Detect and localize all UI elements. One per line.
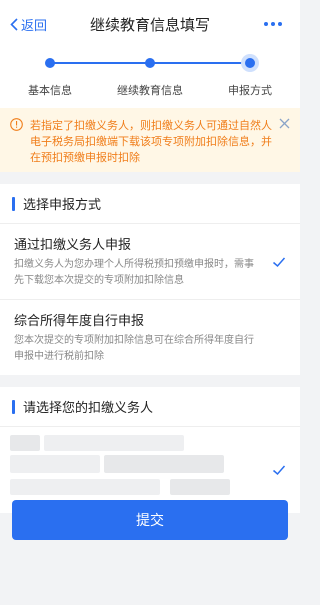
step-dot-2 bbox=[145, 58, 155, 68]
section-title: 请选择您的扣缴义务人 bbox=[23, 401, 154, 416]
option-desc: 您本次提交的专项附加扣除信息可在综合所得年度自行申报中进行税前扣除 bbox=[14, 335, 254, 362]
notice-text: 若指定了扣缴义务人，则扣缴义务人可通过自然人电子税务局扣缴端下载该项专项附加扣除… bbox=[30, 119, 272, 164]
option-title: 通过扣缴义务人申报 bbox=[14, 238, 132, 253]
option-self-declare[interactable]: 综合所得年度自行申报 您本次提交的专项附加扣除信息可在综合所得年度自行申报中进行… bbox=[0, 300, 300, 375]
warning-icon bbox=[10, 118, 23, 131]
option-title: 综合所得年度自行申报 bbox=[14, 314, 145, 329]
notice-banner: 若指定了扣缴义务人，则扣缴义务人可通过自然人电子税务局扣缴端下载该项专项附加扣除… bbox=[0, 108, 300, 172]
option-desc: 扣缴义务人为您办理个人所得税预扣预缴申报时，需事先下载您本次提交的专项附加扣除信… bbox=[14, 259, 254, 286]
check-icon bbox=[273, 465, 286, 476]
step-label-2: 继续教育信息 bbox=[117, 84, 183, 97]
chevron-left-icon bbox=[10, 17, 18, 31]
close-icon[interactable] bbox=[279, 118, 290, 129]
redacted-block bbox=[10, 455, 100, 473]
section-accent-bar bbox=[12, 399, 15, 414]
redacted-block bbox=[10, 479, 160, 495]
page-title: 继续教育信息填写 bbox=[89, 15, 210, 34]
step-dot-3 bbox=[241, 54, 259, 72]
section-title: 选择申报方式 bbox=[23, 198, 102, 213]
section-header: 选择申报方式 bbox=[0, 184, 300, 224]
step-label-1: 基本信息 bbox=[28, 84, 72, 97]
more-menu-icon[interactable] bbox=[264, 0, 282, 48]
section-accent-bar bbox=[12, 196, 15, 211]
redacted-block bbox=[44, 435, 184, 451]
declare-method-card: 选择申报方式 通过扣缴义务人申报 扣缴义务人为您办理个人所得税预扣预缴申报时，需… bbox=[0, 184, 300, 375]
progress-steps: 基本信息 继续教育信息 申报方式 bbox=[0, 48, 300, 108]
agent-card: 请选择您的扣缴义务人 bbox=[0, 387, 300, 513]
back-button[interactable]: 返回 bbox=[10, 0, 47, 48]
redacted-block bbox=[104, 455, 224, 473]
step-label-3: 申报方式 bbox=[228, 84, 272, 97]
back-label: 返回 bbox=[21, 18, 48, 34]
option-via-agent[interactable]: 通过扣缴义务人申报 扣缴义务人为您办理个人所得税预扣预缴申报时，需事先下载您本次… bbox=[0, 224, 300, 300]
submit-button[interactable]: 提交 bbox=[12, 500, 288, 540]
nav-bar: 返回 继续教育信息填写 bbox=[0, 0, 300, 48]
redacted-block bbox=[170, 479, 230, 495]
step-dot-1 bbox=[45, 58, 55, 68]
check-icon bbox=[273, 257, 286, 267]
section-header: 请选择您的扣缴义务人 bbox=[0, 387, 300, 427]
redacted-block bbox=[10, 435, 40, 451]
